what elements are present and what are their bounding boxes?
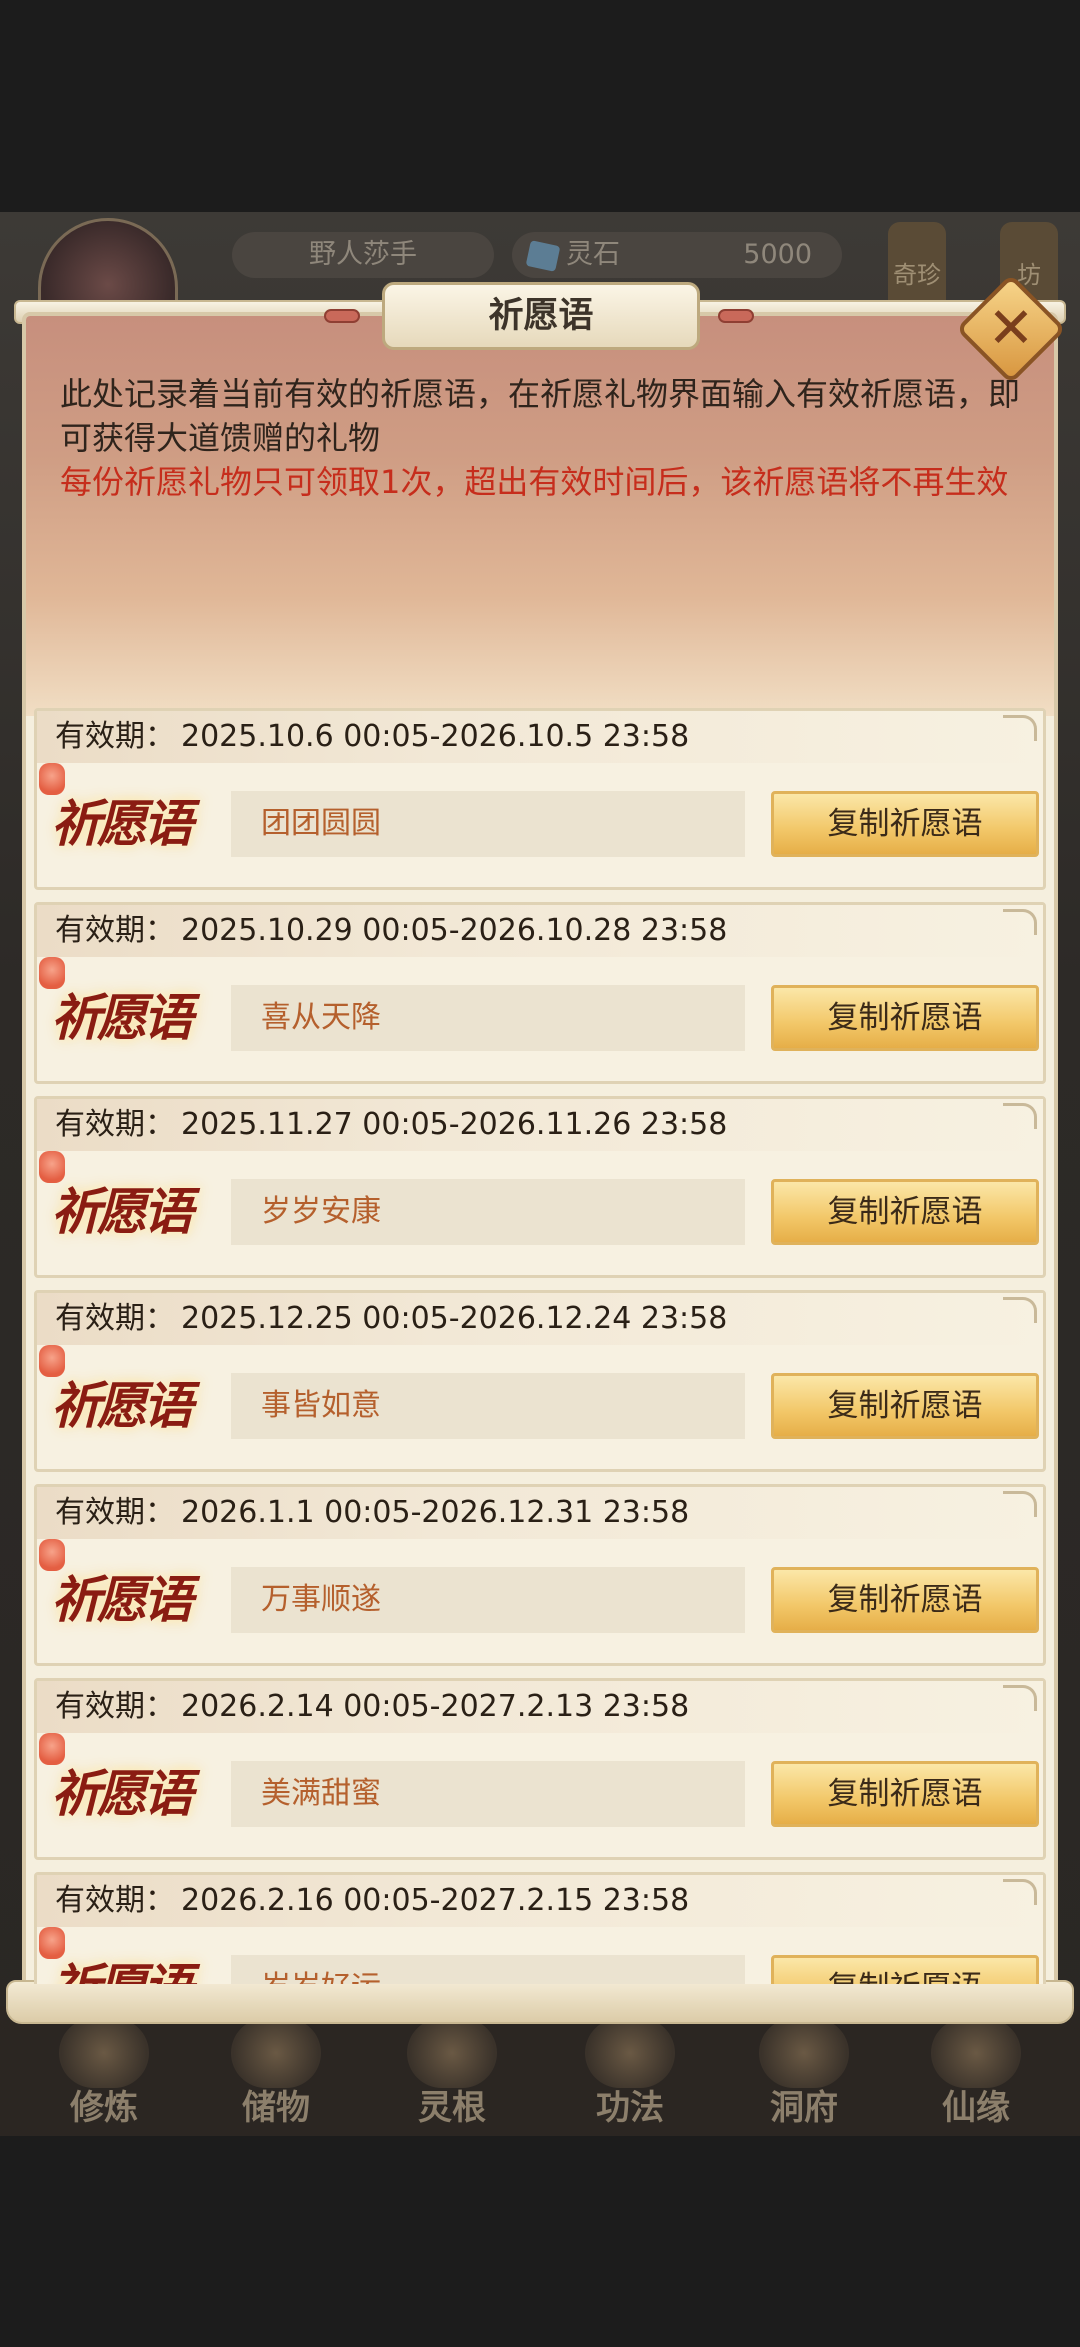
- fate-icon: [931, 2018, 1021, 2088]
- validity-period: 2026.2.16 00:05-2027.2.15 23:58: [181, 1883, 690, 1918]
- validity-label: 有效期：: [55, 913, 175, 948]
- currency-display: 灵石 5000: [512, 232, 842, 278]
- wish-phrase: 岁岁安康: [231, 1179, 745, 1245]
- nav-item-spirit-root: 灵根: [382, 2018, 522, 2130]
- wish-phrase: 美满甜蜜: [231, 1761, 745, 1827]
- copy-wish-button[interactable]: 复制祈愿语: [771, 1761, 1039, 1827]
- validity-period: 2026.2.14 00:05-2027.2.13 23:58: [181, 1689, 690, 1724]
- cultivate-icon: [59, 2018, 149, 2088]
- scroll-bottom-rod: [6, 1980, 1074, 2024]
- nav-item-cave: 洞府: [734, 2018, 874, 2130]
- validity-label: 有效期：: [55, 1107, 175, 1142]
- copy-wish-button[interactable]: 复制祈愿语: [771, 985, 1039, 1051]
- validity-period: 2026.1.1 00:05-2026.12.31 23:58: [181, 1495, 690, 1530]
- storage-icon: [231, 2018, 321, 2088]
- validity-period: 2025.10.6 00:05-2026.10.5 23:58: [181, 719, 690, 754]
- validity-row: 有效期： 2025.10.29 00:05-2026.10.28 23:58: [37, 905, 1043, 957]
- validity-label: 有效期：: [55, 1689, 175, 1724]
- validity-row: 有效期： 2026.1.1 00:05-2026.12.31 23:58: [37, 1487, 1043, 1539]
- wish-card: 有效期： 2026.1.1 00:05-2026.12.31 23:58 祈愿语 …: [34, 1484, 1046, 1666]
- spirit-stone-icon: [525, 239, 561, 272]
- currency-label: 灵石: [566, 239, 620, 270]
- warning-text: 每份祈愿礼物只可领取1次，超出有效时间后，该祈愿语将不再生效: [60, 463, 1009, 501]
- wish-badge: 祈愿语: [51, 794, 193, 853]
- intro-text: 此处记录着当前有效的祈愿语，在祈愿礼物界面输入有效祈愿语，即可获得大道馈赠的礼物: [60, 375, 1021, 457]
- wish-phrase: 事皆如意: [231, 1373, 745, 1439]
- validity-period: 2025.11.27 00:05-2026.11.26 23:58: [181, 1107, 728, 1142]
- validity-row: 有效期： 2026.2.14 00:05-2027.2.13 23:58: [37, 1681, 1043, 1733]
- wish-card: 有效期： 2025.12.25 00:05-2026.12.24 23:58 祈愿…: [34, 1290, 1046, 1472]
- validity-label: 有效期：: [55, 719, 175, 754]
- validity-label: 有效期：: [55, 1301, 175, 1336]
- validity-label: 有效期：: [55, 1495, 175, 1530]
- corner-ornament: [1003, 1297, 1037, 1323]
- technique-icon: [585, 2018, 675, 2088]
- copy-wish-button[interactable]: 复制祈愿语: [771, 1373, 1039, 1439]
- wish-badge: 祈愿语: [51, 988, 193, 1047]
- nav-item-storage: 储物: [206, 2018, 346, 2130]
- copy-wish-button[interactable]: 复制祈愿语: [771, 791, 1039, 857]
- wish-card: 有效期：2026.2.16 00:05-2027.2.15 23:58 祈愿语 …: [34, 1872, 1046, 1984]
- corner-ornament: [1003, 1491, 1037, 1517]
- title-rod-left: [324, 309, 360, 323]
- wish-phrase-list[interactable]: 有效期： 2025.10.6 00:05-2026.10.5 23:58 祈愿语 …: [34, 708, 1046, 1984]
- validity-row: 有效期： 2025.11.27 00:05-2026.11.26 23:58: [37, 1099, 1043, 1151]
- currency-value: 5000: [743, 239, 812, 270]
- close-icon: ✕: [987, 296, 1035, 361]
- dialog-intro: 此处记录着当前有效的祈愿语，在祈愿礼物界面输入有效祈愿语，即可获得大道馈赠的礼物…: [60, 372, 1020, 504]
- wish-phrase: 团团圆圆: [231, 791, 745, 857]
- wish-badge: 祈愿语: [51, 1570, 193, 1629]
- wish-phrase: 岁岁好运: [231, 1955, 745, 1984]
- copy-wish-button[interactable]: 复制祈愿语: [771, 1179, 1039, 1245]
- wish-badge: 祈愿语: [51, 1764, 193, 1823]
- spirit-root-icon: [407, 2018, 497, 2088]
- validity-period: 2025.10.29 00:05-2026.10.28 23:58: [181, 913, 728, 948]
- nav-item-fate: 仙缘: [906, 2018, 1046, 2130]
- wish-card: 有效期： 2026.2.14 00:05-2027.2.13 23:58 祈愿语 …: [34, 1678, 1046, 1860]
- corner-ornament: [1003, 1879, 1037, 1905]
- corner-ornament: [1003, 715, 1037, 741]
- validity-row: 有效期： 2026.2.16 00:05-2027.2.15 23:58: [37, 1875, 1043, 1927]
- corner-ornament: [1003, 1103, 1037, 1129]
- nav-item-technique: 功法: [560, 2018, 700, 2130]
- validity-row: 有效期： 2025.12.25 00:05-2026.12.24 23:58: [37, 1293, 1043, 1345]
- wish-phrase: 万事顺遂: [231, 1567, 745, 1633]
- wish-badge: 祈愿语: [51, 1182, 193, 1241]
- corner-ornament: [1003, 1685, 1037, 1711]
- validity-period: 2025.12.25 00:05-2026.12.24 23:58: [181, 1301, 728, 1336]
- copy-wish-button[interactable]: 复制祈愿语: [771, 1955, 1039, 1984]
- wish-phrase: 喜从天降: [231, 985, 745, 1051]
- cave-icon: [759, 2018, 849, 2088]
- validity-row: 有效期： 2025.10.6 00:05-2026.10.5 23:58: [37, 711, 1043, 763]
- wish-badge: 祈愿语: [51, 1947, 241, 1984]
- copy-wish-button[interactable]: 复制祈愿语: [771, 1567, 1039, 1633]
- wish-card: 有效期： 2025.11.27 00:05-2026.11.26 23:58 祈愿…: [34, 1096, 1046, 1278]
- player-name: 野人莎手: [232, 232, 494, 278]
- wish-card: 有效期： 2025.10.29 00:05-2026.10.28 23:58 祈愿…: [34, 902, 1046, 1084]
- title-rod-right: [718, 309, 754, 323]
- validity-label: 有效期：: [55, 1883, 175, 1918]
- nav-item-cultivate: 修炼: [34, 2018, 174, 2130]
- corner-ornament: [1003, 909, 1037, 935]
- wish-card: 有效期： 2025.10.6 00:05-2026.10.5 23:58 祈愿语 …: [34, 708, 1046, 890]
- dialog-title: 祈愿语: [382, 282, 700, 350]
- wish-badge: 祈愿语: [51, 1376, 193, 1435]
